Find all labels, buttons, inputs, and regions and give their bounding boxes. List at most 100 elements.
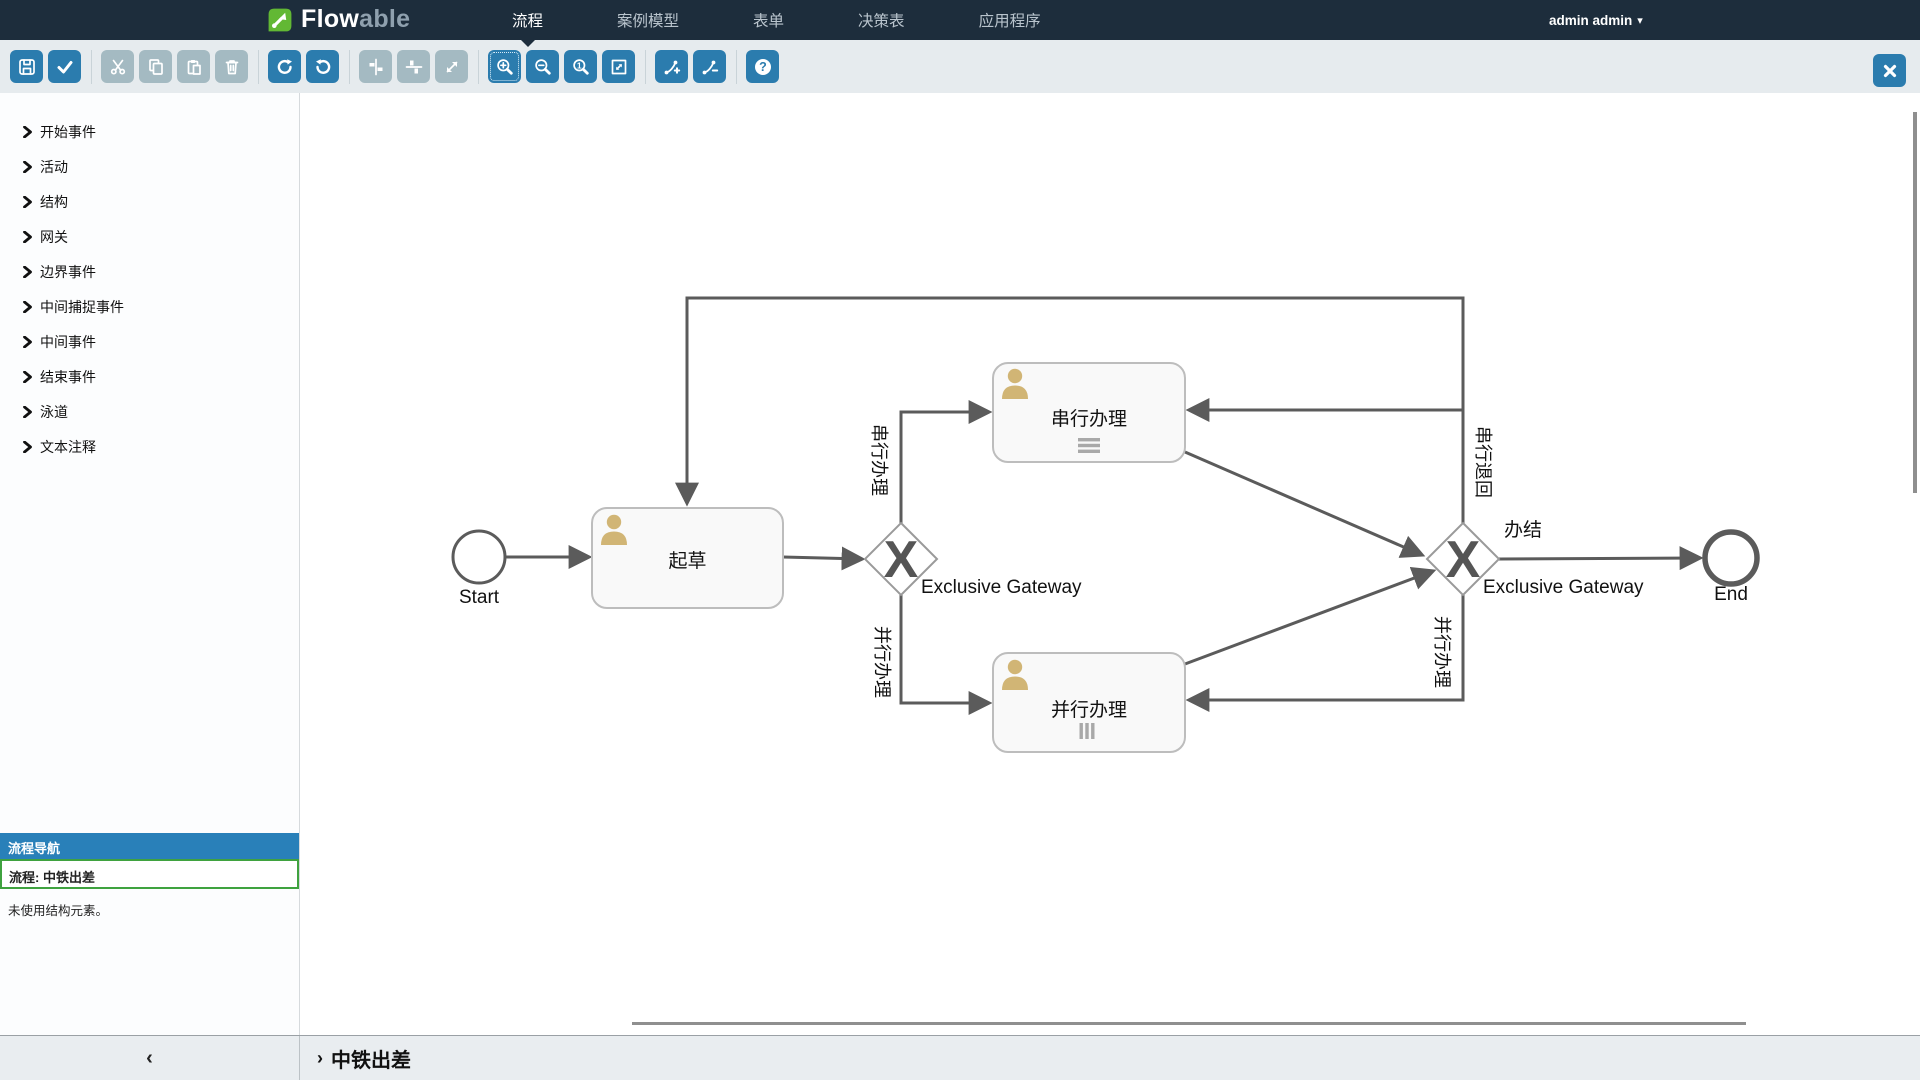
svg-text:1: 1 (576, 60, 581, 70)
chevron-right-icon (23, 266, 32, 278)
paste-icon (184, 57, 204, 77)
palette-group-swimlanes[interactable]: 泳道 (0, 394, 299, 429)
flow-parallel-to-gateway2[interactable] (1185, 571, 1433, 664)
breadcrumb: › 中铁出差 (300, 1036, 411, 1080)
horizontal-scrollbar[interactable] (632, 1022, 1746, 1025)
zoom-fit-button[interactable] (602, 50, 635, 83)
flow-gateway2-to-serial-return[interactable] (1189, 410, 1463, 523)
palette-group-intermediate-catching-events[interactable]: 中间捕捉事件 (0, 289, 299, 324)
palette-group-label: 中间捕捉事件 (40, 297, 124, 317)
toolbar-separator (645, 50, 646, 84)
close-editor-button[interactable] (1873, 54, 1906, 87)
chevron-right-icon (23, 301, 32, 313)
flow-gateway1-to-parallel[interactable] (901, 595, 989, 703)
flow-gateway2-to-end[interactable] (1499, 558, 1700, 559)
chevron-right-icon (23, 336, 32, 348)
palette-group-intermediate-events[interactable]: 中间事件 (0, 324, 299, 359)
help-button[interactable]: ? (746, 50, 779, 83)
collapse-sidebar-button[interactable]: ‹ (0, 1036, 300, 1080)
flowable-logo-icon (266, 6, 294, 34)
undo-button[interactable] (306, 50, 339, 83)
chevron-right-icon (23, 371, 32, 383)
tab-case-models[interactable]: 案例模型 (617, 9, 679, 31)
help-icon: ? (753, 57, 773, 77)
navigator-note: 未使用结构元素。 (0, 889, 299, 930)
palette-group-activities[interactable]: 活动 (0, 149, 299, 184)
edge-label-serial-return: 串行退回 (1471, 426, 1497, 498)
task-parallel-label: 并行办理 (993, 695, 1185, 722)
chevron-right-icon (23, 161, 32, 173)
vertical-scrollbar[interactable] (1913, 112, 1917, 493)
zoom-actual-button[interactable]: 1 (564, 50, 597, 83)
top-navbar: Flowable 流程 案例模型 表单 决策表 应用程序 admin admin… (0, 0, 1920, 40)
toolbar-separator (478, 50, 479, 84)
palette-group-label: 结束事件 (40, 367, 96, 387)
add-bendpoint-button[interactable] (655, 50, 688, 83)
undo-icon (313, 57, 333, 77)
align-vertical-button[interactable] (359, 50, 392, 83)
align-horizontal-button[interactable] (397, 50, 430, 83)
palette-group-start-events[interactable]: 开始事件 (0, 114, 299, 149)
flowable-logo[interactable]: Flowable (266, 5, 410, 34)
chevron-right-icon (23, 441, 32, 453)
svg-text:?: ? (759, 60, 767, 74)
palette-group-text-annotation[interactable]: 文本注释 (0, 429, 299, 464)
chevron-right-icon (23, 406, 32, 418)
remove-bendpoint-button[interactable] (693, 50, 726, 83)
redo-icon (275, 57, 295, 77)
footer-bar: ‹ › 中铁出差 (0, 1035, 1920, 1080)
chevron-right-icon (23, 196, 32, 208)
tab-apps[interactable]: 应用程序 (979, 9, 1041, 31)
save-button[interactable] (10, 50, 43, 83)
redo-button[interactable] (268, 50, 301, 83)
palette-group-label: 结构 (40, 192, 68, 212)
flow-draft-to-gateway1[interactable] (783, 557, 862, 559)
zoom-out-icon (533, 57, 553, 77)
tab-forms[interactable]: 表单 (753, 9, 784, 31)
toolbar-separator (736, 50, 737, 84)
navigator-process-row[interactable]: 流程: 中铁出差 (0, 859, 299, 889)
palette-group-gateways[interactable]: 网关 (0, 219, 299, 254)
end-event-node[interactable] (1705, 532, 1757, 584)
process-navigator-panel: 流程导航 流程: 中铁出差 未使用结构元素。 (0, 833, 299, 930)
chevron-right-icon (23, 231, 32, 243)
add-bendpoint-icon (662, 57, 682, 77)
flow-gateway1-to-serial[interactable] (901, 412, 989, 523)
end-event-label: End (1681, 584, 1781, 606)
validate-icon (55, 57, 75, 77)
palette-group-label: 文本注释 (40, 437, 96, 457)
bpmn-diagram: X X (300, 93, 1920, 1035)
chevron-right-icon (23, 126, 32, 138)
edge-label-parallel: 并行办理 (870, 626, 896, 698)
edge-label-parallel-return: 并行办理 (1430, 616, 1456, 688)
zoom-in-button[interactable] (488, 50, 521, 83)
delete-button[interactable] (215, 50, 248, 83)
paste-button[interactable] (177, 50, 210, 83)
diagram-canvas[interactable]: X X (300, 93, 1920, 1035)
align-horizontal-icon (404, 57, 424, 77)
palette-group-end-events[interactable]: 结束事件 (0, 359, 299, 394)
chevron-right-icon: › (317, 1048, 323, 1069)
tab-process[interactable]: 流程 (512, 9, 543, 31)
cut-button[interactable] (101, 50, 134, 83)
breadcrumb-process-name[interactable]: 中铁出差 (331, 1044, 411, 1073)
start-event-label: Start (429, 587, 529, 609)
user-menu[interactable]: admin admin ▾ (1549, 0, 1643, 40)
toolbar-separator (91, 50, 92, 84)
flow-serial-to-gateway2[interactable] (1185, 452, 1422, 555)
same-size-button[interactable] (435, 50, 468, 83)
gateway2-label: Exclusive Gateway (1483, 577, 1644, 599)
palette-group-structural[interactable]: 结构 (0, 184, 299, 219)
tab-decision-tables[interactable]: 决策表 (858, 9, 905, 31)
palette-group-boundary-events[interactable]: 边界事件 (0, 254, 299, 289)
gateway1-x-symbol: X (884, 531, 919, 589)
copy-button[interactable] (139, 50, 172, 83)
trash-icon (222, 57, 242, 77)
zoom-out-button[interactable] (526, 50, 559, 83)
validate-button[interactable] (48, 50, 81, 83)
start-event-node[interactable] (453, 531, 505, 583)
palette-group-label: 泳道 (40, 402, 68, 422)
brand-text: Flowable (301, 5, 410, 34)
align-vertical-icon (366, 57, 386, 77)
edge-label-finish: 办结 (1504, 515, 1542, 542)
